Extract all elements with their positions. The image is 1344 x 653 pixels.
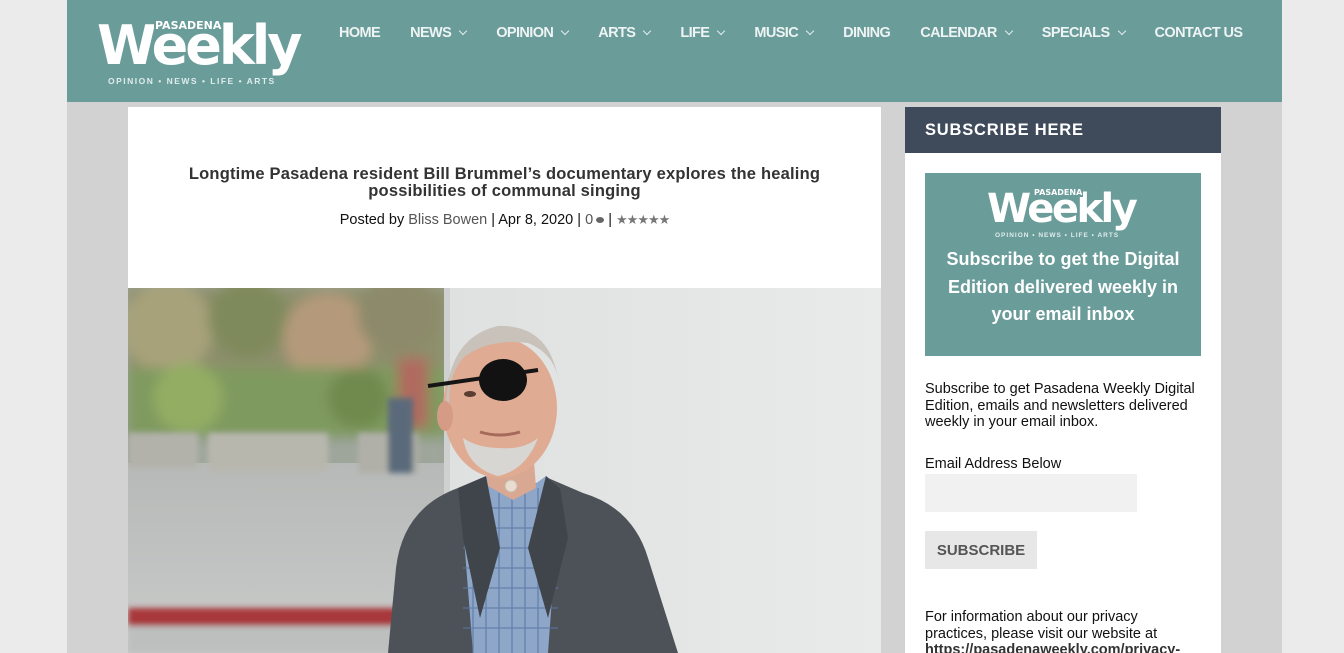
email-label: Email Address Below xyxy=(925,456,1062,472)
subscribe-promo-banner[interactable]: Weekly PASADENA OPINION • NEWS • LIFE • … xyxy=(925,173,1201,356)
nav-opinion[interactable]: OPINION xyxy=(496,25,570,41)
page-wrapper: Weekly PASADENA OPINION • NEWS • LIFE • … xyxy=(67,0,1282,653)
nav-dining[interactable]: DINING xyxy=(843,25,891,41)
nav-label: LIFE xyxy=(680,25,710,41)
nav-label: MUSIC xyxy=(754,25,799,41)
nav-label: OPINION xyxy=(496,25,554,41)
subscribe-sidebar: SUBSCRIBE HERE Weekly PASADENA OPINION •… xyxy=(905,107,1221,653)
promo-logo-city: PASADENA xyxy=(1033,188,1084,197)
meta-separator: | xyxy=(491,212,496,228)
nav-calendar[interactable]: CALENDAR xyxy=(920,25,1014,41)
chevron-down-icon xyxy=(1004,26,1014,36)
article-title: Longtime Pasadena resident Bill Brummel’… xyxy=(188,165,821,200)
chevron-down-icon xyxy=(717,26,726,36)
rating-stars-icon: ★★★★★ xyxy=(616,212,670,228)
promo-logo-tagline: OPINION • NEWS • LIFE • ARTS xyxy=(995,232,1120,239)
nav-specials[interactable]: SPECIALS xyxy=(1041,25,1126,41)
nav-label: SPECIALS xyxy=(1041,25,1110,41)
nav-label: NEWS xyxy=(410,25,452,41)
logo-tagline: OPINION • NEWS • LIFE • ARTS xyxy=(108,76,276,86)
chevron-down-icon xyxy=(458,26,468,36)
nav-contact-us[interactable]: CONTACT US xyxy=(1154,25,1244,41)
promo-logo: Weekly PASADENA OPINION • NEWS • LIFE • … xyxy=(987,187,1147,243)
privacy-notice: For information about our privacy practi… xyxy=(925,609,1201,653)
subscribe-button[interactable]: SUBSCRIBE xyxy=(925,531,1037,569)
nav-news[interactable]: NEWS xyxy=(410,25,468,41)
comment-bubble-icon xyxy=(596,217,605,224)
featured-image xyxy=(128,288,881,653)
sidebar-header: SUBSCRIBE HERE xyxy=(905,107,1221,153)
email-field[interactable] xyxy=(925,474,1137,512)
nav-life[interactable]: LIFE xyxy=(680,25,726,41)
article-card: Longtime Pasadena resident Bill Brummel’… xyxy=(128,107,881,653)
meta-separator: | xyxy=(577,212,582,228)
comments-link[interactable]: 0 xyxy=(585,212,605,228)
posted-by-label: Posted by xyxy=(339,212,405,228)
comment-count: 0 xyxy=(585,212,594,228)
post-date: Apr 8, 2020 xyxy=(498,212,574,228)
main-nav: HOME NEWS OPINION ARTS LIFE MUSIC DINING… xyxy=(339,22,1273,44)
privacy-text: For information about our privacy practi… xyxy=(925,609,1158,642)
nav-label: DINING xyxy=(843,25,891,41)
nav-home[interactable]: HOME xyxy=(339,25,381,41)
meta-separator: | xyxy=(608,212,612,228)
portrait-photo-illustration xyxy=(128,288,881,653)
logo-city: PASADENA xyxy=(154,19,223,32)
chevron-down-icon xyxy=(805,26,815,36)
nav-label: CALENDAR xyxy=(920,25,997,41)
site-header: Weekly PASADENA OPINION • NEWS • LIFE • … xyxy=(67,0,1282,102)
promo-text: Subscribe to get the Digital Edition del… xyxy=(946,249,1180,324)
subscribe-description: Subscribe to get Pasadena Weekly Digital… xyxy=(925,381,1195,430)
article-meta: Posted by Bliss Bowen | Apr 8, 2020 | 0 … xyxy=(128,211,881,229)
nav-music[interactable]: MUSIC xyxy=(754,25,815,41)
chevron-down-icon xyxy=(561,26,570,36)
chevron-down-icon xyxy=(643,26,652,36)
nav-label: HOME xyxy=(339,25,381,41)
nav-arts[interactable]: ARTS xyxy=(598,25,652,41)
chevron-down-icon xyxy=(1117,26,1126,36)
sidebar-title: SUBSCRIBE HERE xyxy=(925,121,1084,139)
privacy-link[interactable]: https://pasadenaweekly.com/privacy- xyxy=(925,642,1180,653)
author-link[interactable]: Bliss Bowen xyxy=(408,212,487,228)
site-logo[interactable]: Weekly PASADENA OPINION • NEWS • LIFE • … xyxy=(97,16,307,90)
nav-label: ARTS xyxy=(598,25,636,41)
nav-label: CONTACT US xyxy=(1154,25,1244,41)
